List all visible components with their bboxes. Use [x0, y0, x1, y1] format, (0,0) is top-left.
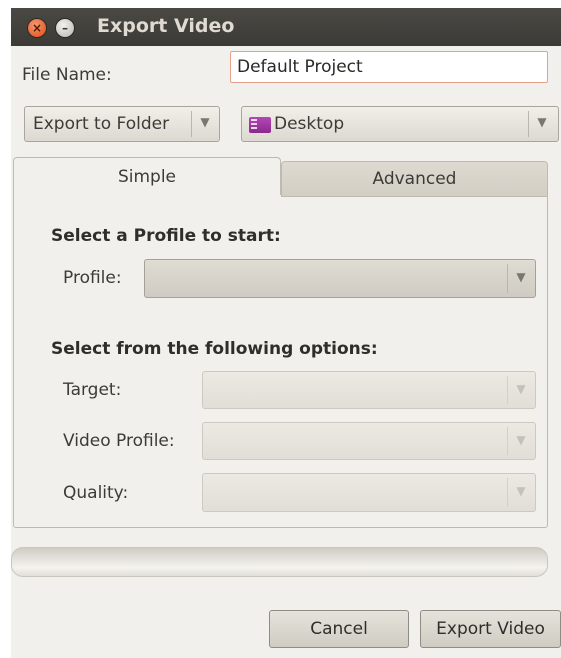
- folder-combo[interactable]: Desktop ▼: [241, 106, 559, 142]
- chevron-down-icon: ▼: [516, 433, 526, 447]
- folder-icon: [249, 117, 271, 133]
- minimize-icon[interactable]: –: [55, 18, 75, 38]
- chevron-down-icon: ▼: [200, 115, 210, 129]
- export-progress-bar: [11, 547, 548, 577]
- quality-label: Quality:: [63, 483, 129, 503]
- chevron-down-icon: ▼: [537, 115, 547, 129]
- window-title: Export Video: [97, 15, 235, 37]
- close-icon[interactable]: ×: [27, 18, 47, 38]
- profile-heading: Select a Profile to start:: [51, 226, 281, 246]
- video-profile-label: Video Profile:: [63, 431, 175, 451]
- target-label: Target:: [63, 380, 122, 400]
- profile-label: Profile:: [63, 268, 122, 288]
- file-name-label: File Name:: [22, 65, 112, 85]
- file-name-field[interactable]: Default Project: [230, 51, 548, 83]
- cancel-button[interactable]: Cancel: [269, 610, 409, 648]
- title-bar: × – Export Video: [11, 8, 561, 46]
- options-heading: Select from the following options:: [51, 339, 378, 359]
- target-combo[interactable]: ▼: [202, 371, 536, 409]
- quality-combo[interactable]: ▼: [202, 473, 536, 512]
- profile-combo[interactable]: ▼: [144, 259, 536, 298]
- chevron-down-icon: ▼: [516, 270, 526, 284]
- export-mode-combo[interactable]: Export to Folder ▼: [24, 106, 220, 142]
- export-video-button[interactable]: Export Video: [420, 610, 561, 648]
- folder-value: Desktop: [274, 114, 345, 134]
- export-mode-value: Export to Folder: [33, 114, 170, 134]
- chevron-down-icon: ▼: [516, 484, 526, 498]
- video-profile-combo[interactable]: ▼: [202, 422, 536, 460]
- chevron-down-icon: ▼: [516, 382, 526, 396]
- tab-advanced[interactable]: Advanced: [281, 161, 548, 197]
- tab-simple[interactable]: Simple: [13, 157, 281, 195]
